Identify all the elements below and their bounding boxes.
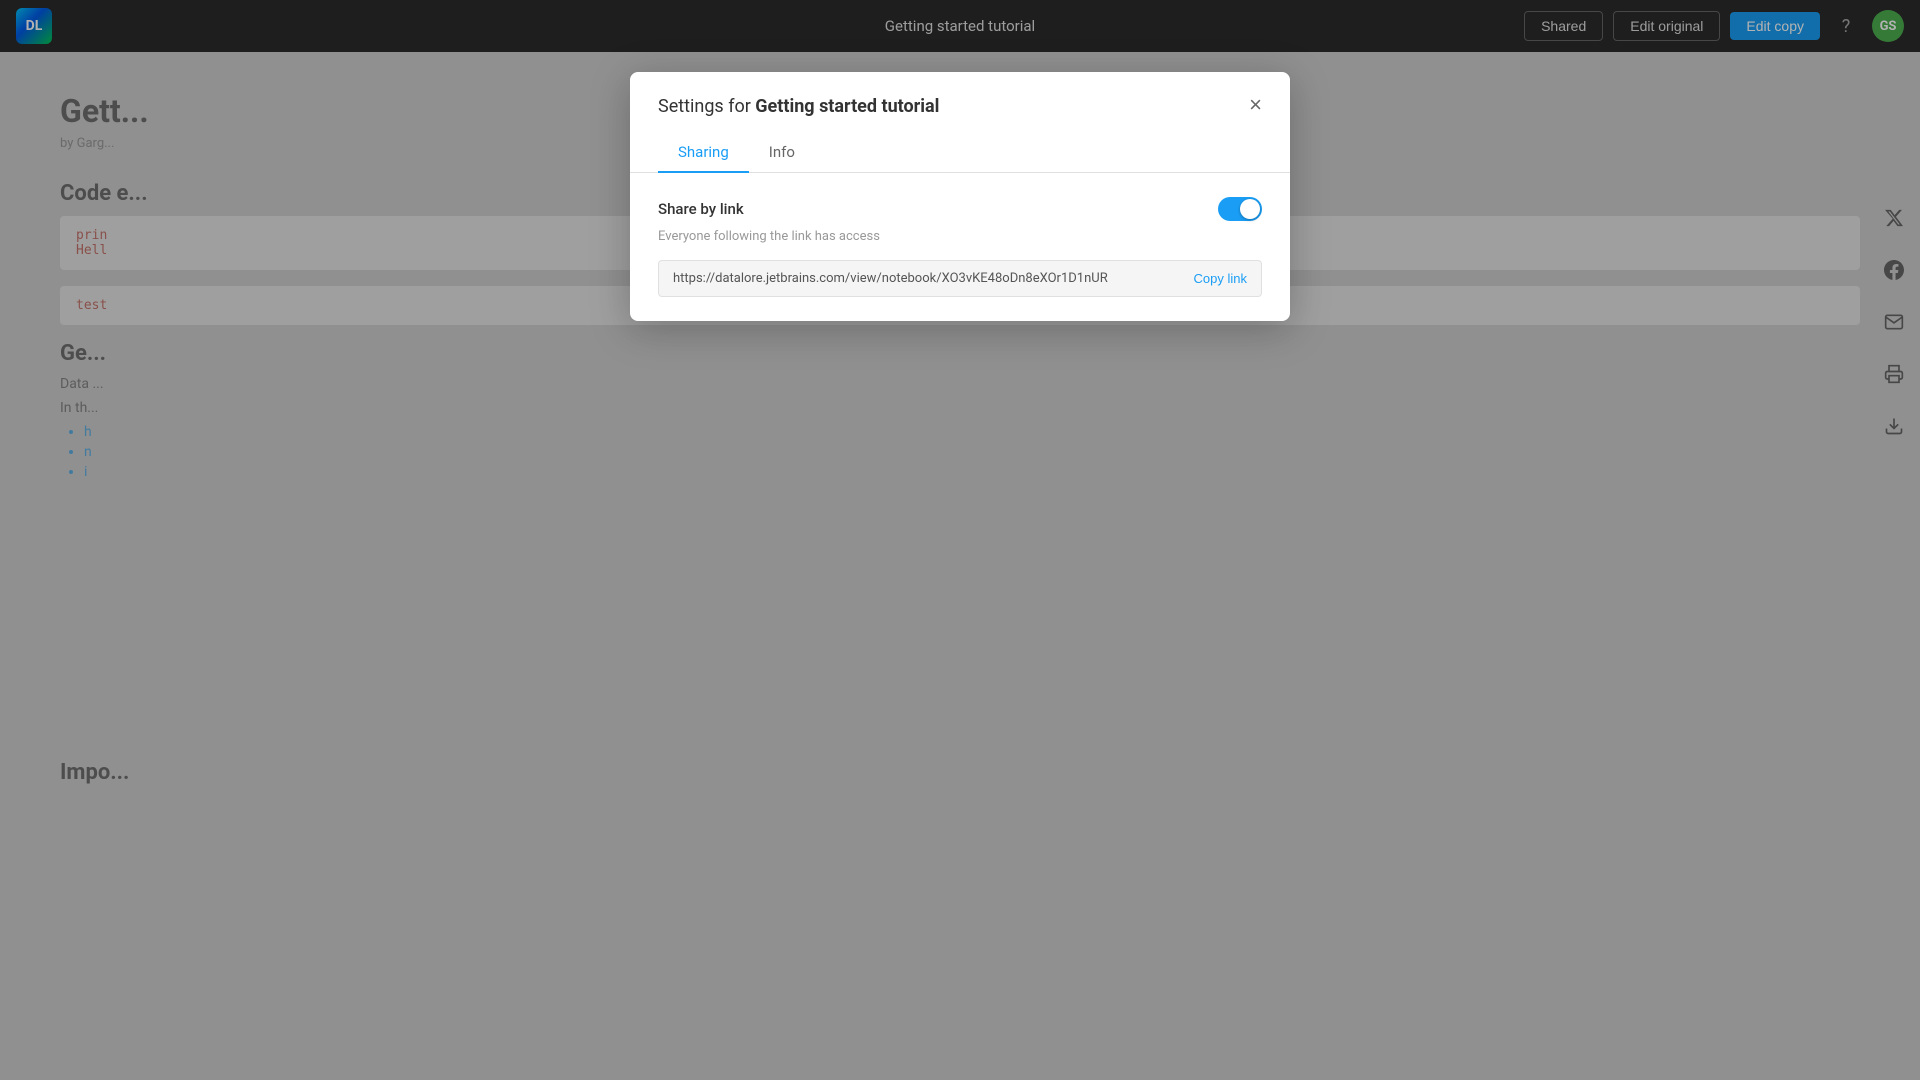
modal-body: Share by link Everyone following the lin… xyxy=(630,173,1290,321)
modal-title: Settings for Getting started tutorial xyxy=(658,96,939,117)
copy-link-button[interactable]: Copy link xyxy=(1194,271,1247,286)
tab-info[interactable]: Info xyxy=(749,133,815,173)
share-toggle[interactable] xyxy=(1218,197,1262,221)
modal-overlay[interactable]: Settings for Getting started tutorial × … xyxy=(0,0,1920,1080)
close-button[interactable]: × xyxy=(1249,94,1262,116)
modal-tabs: Sharing Info xyxy=(630,133,1290,173)
share-by-link-row: Share by link xyxy=(658,197,1262,221)
share-by-link-label: Share by link xyxy=(658,200,744,218)
settings-modal: Settings for Getting started tutorial × … xyxy=(630,72,1290,321)
modal-header: Settings for Getting started tutorial × xyxy=(630,72,1290,117)
link-box: https://datalore.jetbrains.com/view/note… xyxy=(658,260,1262,297)
share-hint: Everyone following the link has access xyxy=(658,229,1262,244)
tab-sharing[interactable]: Sharing xyxy=(658,133,749,173)
link-url: https://datalore.jetbrains.com/view/note… xyxy=(673,271,1184,286)
